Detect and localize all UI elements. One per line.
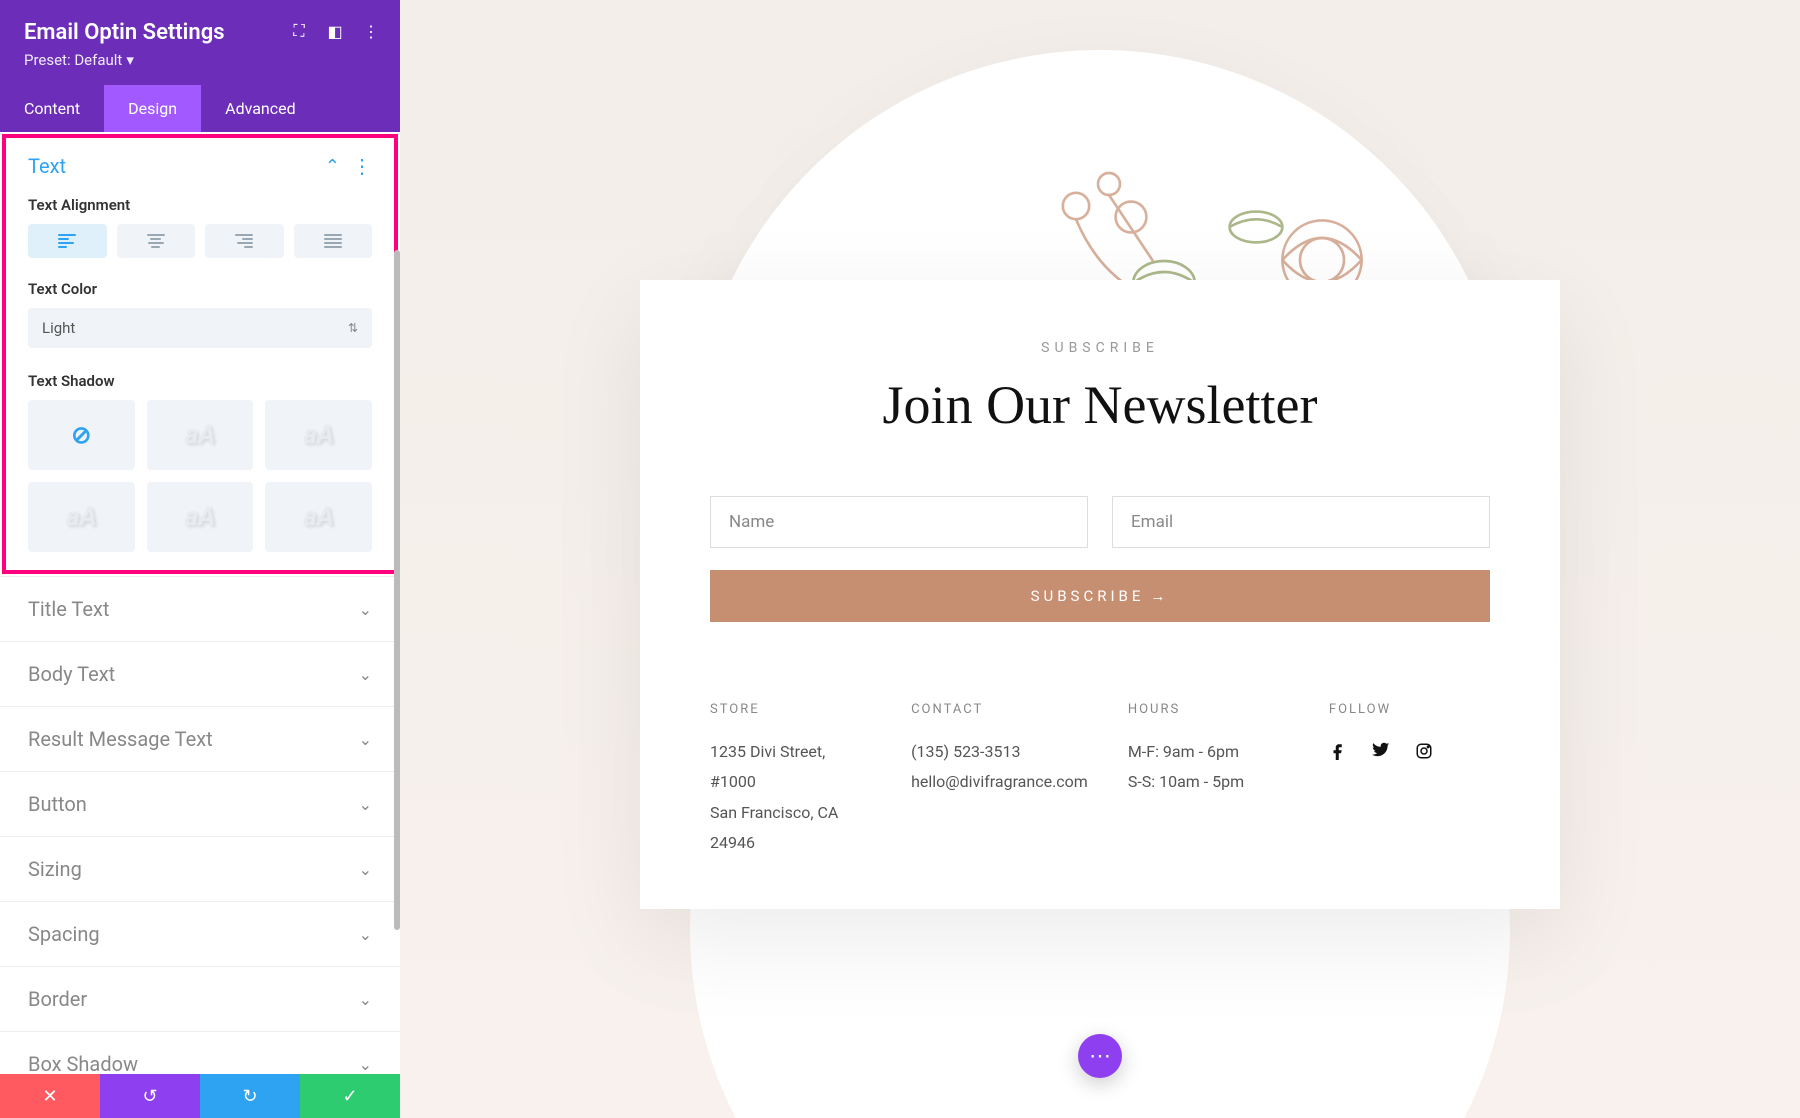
newsletter-title: Join Our Newsletter [710,374,1490,436]
chevron-down-icon: ⌄ [359,925,372,944]
chevron-down-icon: ⌄ [359,990,372,1009]
section-more-icon[interactable]: ⋮ [352,154,372,178]
footer-contact-heading: CONTACT [911,702,1088,717]
align-right-button[interactable] [205,224,284,258]
chevron-down-icon: ⌄ [359,665,372,684]
accordion-spacing[interactable]: Spacing ⌄ [0,901,400,966]
accordion-body-text[interactable]: Body Text ⌄ [0,641,400,706]
subscribe-button[interactable]: SUBSCRIBE → [710,570,1490,622]
tab-design[interactable]: Design [104,85,201,132]
footer-store-line1: 1235 Divi Street, #1000 [710,737,871,798]
alignment-label: Text Alignment [28,196,372,214]
save-button[interactable]: ✓ [300,1074,400,1118]
settings-header: Email Optin Settings Preset: Default ▾ ⛶… [0,0,400,85]
footer-contact-phone: (135) 523-3513 [911,737,1088,767]
close-button[interactable]: ✕ [0,1074,100,1118]
caret-down-icon: ▾ [126,51,134,69]
undo-button[interactable]: ↺ [100,1074,200,1118]
accordion-button[interactable]: Button ⌄ [0,771,400,836]
undo-icon: ↺ [142,1086,157,1107]
align-right-icon [235,234,253,248]
text-color-label: Text Color [28,280,372,298]
check-icon: ✓ [342,1086,357,1107]
footer-hours-line1: M-F: 9am - 6pm [1128,737,1289,767]
chevron-down-icon: ⌄ [359,600,372,619]
name-field[interactable] [710,496,1088,548]
footer-store-line2: San Francisco, CA 24946 [710,798,871,859]
email-field[interactable] [1112,496,1490,548]
panel-icon[interactable]: ◧ [326,22,344,40]
footer-follow-heading: FOLLOW [1329,702,1490,717]
settings-tabs: Content Design Advanced [0,85,400,132]
subscribe-label: SUBSCRIBE [710,340,1490,356]
chevron-down-icon: ⌄ [359,860,372,879]
chevron-down-icon: ⌄ [359,1055,372,1074]
chevron-down-icon: ⌄ [359,730,372,749]
shadow-preset-3[interactable]: aA [28,482,135,552]
align-justify-button[interactable] [294,224,373,258]
shadow-preset-1[interactable]: aA [147,400,254,470]
footer-store-heading: STORE [710,702,871,717]
accordion-result-message[interactable]: Result Message Text ⌄ [0,706,400,771]
footer-hours-line2: S-S: 10am - 5pm [1128,767,1289,797]
shadow-preset-4[interactable]: aA [147,482,254,552]
collapse-icon[interactable]: ⌃ [325,156,340,177]
accordion-title-text[interactable]: Title Text ⌄ [0,576,400,641]
section-text-title[interactable]: Text [28,154,66,178]
text-color-select[interactable]: Light [28,308,372,348]
chevron-down-icon: ⌄ [359,795,372,814]
align-justify-icon [324,234,342,248]
preview-canvas: SUBSCRIBE Join Our Newsletter SUBSCRIBE … [400,0,1800,1118]
shadow-preset-2[interactable]: aA [265,400,372,470]
align-left-icon [58,234,76,248]
facebook-icon[interactable] [1329,741,1347,765]
tab-content[interactable]: Content [0,85,104,132]
preset-dropdown[interactable]: Preset: Default ▾ [24,51,376,69]
accordion-sizing[interactable]: Sizing ⌄ [0,836,400,901]
close-icon: ✕ [42,1086,57,1107]
accordion-border[interactable]: Border ⌄ [0,966,400,1031]
dots-icon: ⋯ [1089,1044,1111,1069]
expand-icon[interactable]: ⛶ [290,22,308,40]
text-shadow-label: Text Shadow [28,372,372,390]
footer-hours-heading: HOURS [1128,702,1289,717]
instagram-icon[interactable] [1415,741,1433,765]
footer-contact-email: hello@divifragrance.com [911,767,1088,797]
shadow-none-button[interactable]: ⊘ [28,400,135,470]
twitter-icon[interactable] [1371,741,1391,765]
text-section-highlight: Text ⌃ ⋮ Text Alignment [2,134,398,574]
newsletter-card: SUBSCRIBE Join Our Newsletter SUBSCRIBE … [640,280,1560,909]
align-center-icon [147,234,165,248]
fab-button[interactable]: ⋯ [1078,1034,1122,1078]
align-center-button[interactable] [117,224,196,258]
redo-button[interactable]: ↻ [200,1074,300,1118]
shadow-preset-5[interactable]: aA [265,482,372,552]
align-left-button[interactable] [28,224,107,258]
arrow-right-icon: → [1150,587,1169,605]
redo-icon: ↻ [242,1086,257,1107]
no-shadow-icon: ⊘ [71,421,91,449]
more-icon[interactable]: ⋮ [362,22,380,40]
tab-advanced[interactable]: Advanced [201,85,320,132]
